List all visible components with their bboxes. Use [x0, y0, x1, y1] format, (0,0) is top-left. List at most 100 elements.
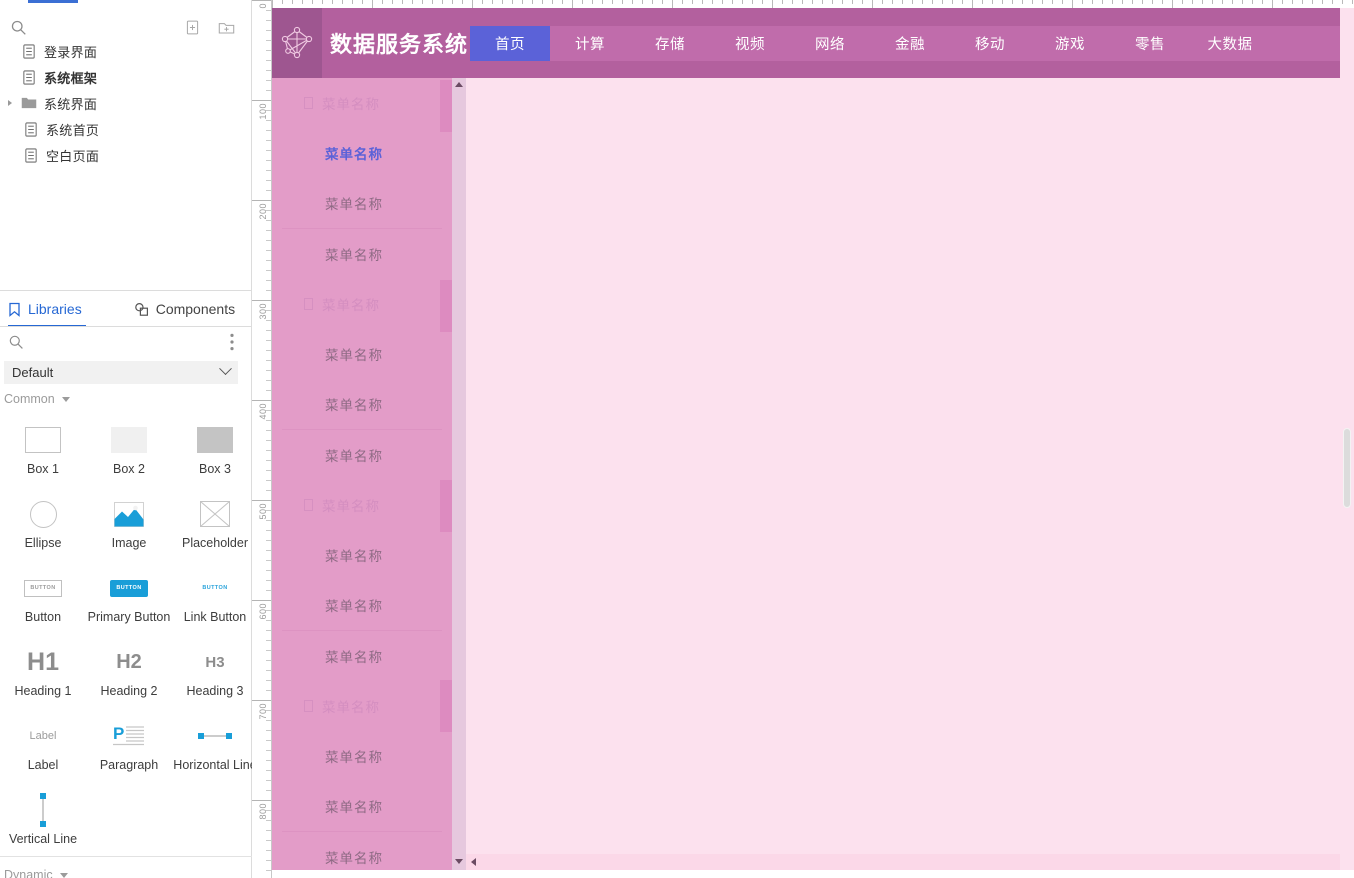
- add-page-icon[interactable]: [180, 15, 204, 39]
- nav-item-cunchu[interactable]: 存储: [630, 26, 710, 61]
- sidebar-item[interactable]: 菜单名称: [272, 430, 452, 480]
- sidebar-group[interactable]: 菜单名称: [272, 480, 452, 530]
- library-select[interactable]: Default: [4, 361, 238, 384]
- ruler-tick: [442, 0, 443, 4]
- ruler-tick: [1072, 0, 1073, 8]
- h1-icon: H1: [27, 642, 59, 682]
- ruler-tick: [282, 0, 283, 4]
- ruler-tick: [252, 200, 271, 201]
- ruler-tick: [932, 0, 933, 4]
- primary-button-icon: BUTTON: [110, 568, 148, 608]
- widget-label-item[interactable]: Label Label: [0, 710, 86, 784]
- tree-row[interactable]: 登录界面: [0, 38, 252, 64]
- sidebar-scrollbar[interactable]: [452, 78, 466, 870]
- page-icon: [18, 44, 40, 59]
- nav-item-shouye[interactable]: 首页: [470, 26, 550, 61]
- sidebar-item[interactable]: 菜单名称: [272, 530, 452, 580]
- ruler-tick: [266, 370, 271, 371]
- ruler-tick: [1082, 0, 1083, 4]
- ruler-tick: [1222, 0, 1223, 4]
- widget-button[interactable]: BUTTON Button: [0, 562, 86, 636]
- nav-item-dashuju[interactable]: 大数据: [1190, 26, 1270, 61]
- widget-box-2[interactable]: Box 2: [86, 414, 172, 488]
- widget-image[interactable]: Image: [86, 488, 172, 562]
- group-common-label: Common: [4, 392, 55, 406]
- nav-item-jinrong[interactable]: 金融: [870, 26, 950, 61]
- canvas-vertical-scrollbar[interactable]: [1340, 8, 1354, 870]
- chevron-down-icon: [60, 873, 68, 878]
- ruler-tick: [266, 570, 271, 571]
- search-icon[interactable]: [8, 334, 24, 355]
- tab-components[interactable]: Components: [134, 291, 235, 327]
- ruler-tick: [722, 0, 723, 4]
- nav-item-shipin[interactable]: 视频: [710, 26, 790, 61]
- ruler-tick: [902, 0, 903, 4]
- tree-row[interactable]: 系统界面: [0, 90, 252, 116]
- widget-link-button[interactable]: BUTTON Link Button: [172, 562, 258, 636]
- widget-vertical-line[interactable]: Vertical Line: [0, 784, 86, 858]
- design-canvas[interactable]: 数据服务系统 首页 计算 存储 视频 网络 金融 移动 游戏 零售 大数据: [272, 8, 1354, 878]
- sidebar-item[interactable]: 菜单名称: [272, 731, 452, 781]
- widget-paragraph[interactable]: P Paragraph: [86, 710, 172, 784]
- widget-label: Ellipse: [25, 536, 62, 550]
- sidebar-item[interactable]: 菜单名称: [272, 329, 452, 379]
- tree-row[interactable]: 系统首页: [0, 116, 252, 142]
- sidebar-item[interactable]: 菜单名称: [272, 781, 452, 831]
- sidebar-item[interactable]: 菜单名称: [272, 178, 452, 228]
- sidebar-item[interactable]: 菜单名称: [272, 379, 452, 429]
- ruler-tick: [812, 0, 813, 4]
- page-icon: [20, 122, 42, 137]
- sidebar-group[interactable]: 菜单名称: [272, 279, 452, 329]
- widget-heading-1[interactable]: H1 Heading 1: [0, 636, 86, 710]
- scroll-up-arrow-icon[interactable]: [455, 82, 463, 87]
- paragraph-icon: P: [113, 716, 145, 756]
- sidebar-group[interactable]: 菜单名称: [272, 681, 452, 731]
- ruler-tick: [482, 0, 483, 4]
- sidebar-item[interactable]: 菜单名称: [272, 580, 452, 630]
- ruler-tick: [266, 360, 271, 361]
- ruler-tick: [562, 0, 563, 4]
- panel-divider: [0, 856, 252, 857]
- widget-horizontal-line[interactable]: Horizontal Line: [172, 710, 258, 784]
- group-common-header[interactable]: Common: [4, 392, 70, 406]
- widget-ellipse[interactable]: Ellipse: [0, 488, 86, 562]
- widget-box-3[interactable]: Box 3: [172, 414, 258, 488]
- ruler-tick: [1062, 0, 1063, 4]
- widget-heading-2[interactable]: H2 Heading 2: [86, 636, 172, 710]
- scroll-down-arrow-icon[interactable]: [455, 859, 463, 864]
- nav-item-yidong[interactable]: 移动: [950, 26, 1030, 61]
- ruler-tick: [1352, 0, 1353, 4]
- widget-placeholder[interactable]: Placeholder: [172, 488, 258, 562]
- ruler-tick: [266, 690, 271, 691]
- ruler-tick: [352, 0, 353, 4]
- nav-item-wangluo[interactable]: 网络: [790, 26, 870, 61]
- button-icon: BUTTON: [24, 568, 62, 608]
- sidebar-item-active[interactable]: 菜单名称: [272, 128, 452, 178]
- sidebar-group[interactable]: 菜单名称: [272, 78, 452, 128]
- tree-row[interactable]: 空白页面: [0, 142, 252, 168]
- widget-box-1[interactable]: Box 1: [0, 414, 86, 488]
- chevron-right-icon[interactable]: [6, 97, 18, 109]
- ruler-tick: [402, 0, 403, 4]
- ruler-tick: [266, 190, 271, 191]
- tree-item-label: 系统界面: [44, 94, 97, 113]
- scrollbar-thumb[interactable]: [1343, 428, 1351, 508]
- sidebar-item[interactable]: 菜单名称: [272, 229, 452, 279]
- add-folder-icon[interactable]: [214, 15, 238, 39]
- ruler-tick: [266, 720, 271, 721]
- widget-primary-button[interactable]: BUTTON Primary Button: [86, 562, 172, 636]
- nav-item-youxi[interactable]: 游戏: [1030, 26, 1110, 61]
- widget-heading-3[interactable]: H3 Heading 3: [172, 636, 258, 710]
- ruler-tick: [266, 830, 271, 831]
- scroll-left-arrow-icon[interactable]: [471, 858, 476, 866]
- nav-item-lingshou[interactable]: 零售: [1110, 26, 1190, 61]
- tree-row[interactable]: 系统框架: [0, 64, 252, 90]
- overflow-menu-icon[interactable]: [230, 333, 234, 356]
- widget-label: Primary Button: [88, 610, 171, 624]
- search-icon[interactable]: [6, 15, 30, 39]
- group-dynamic-header[interactable]: Dynamic: [4, 868, 68, 878]
- tab-libraries[interactable]: Libraries: [8, 291, 82, 327]
- nav-item-jisuan[interactable]: 计算: [550, 26, 630, 61]
- sidebar-item[interactable]: 菜单名称: [272, 631, 452, 681]
- content-horizontal-scrollbar[interactable]: [466, 854, 1342, 870]
